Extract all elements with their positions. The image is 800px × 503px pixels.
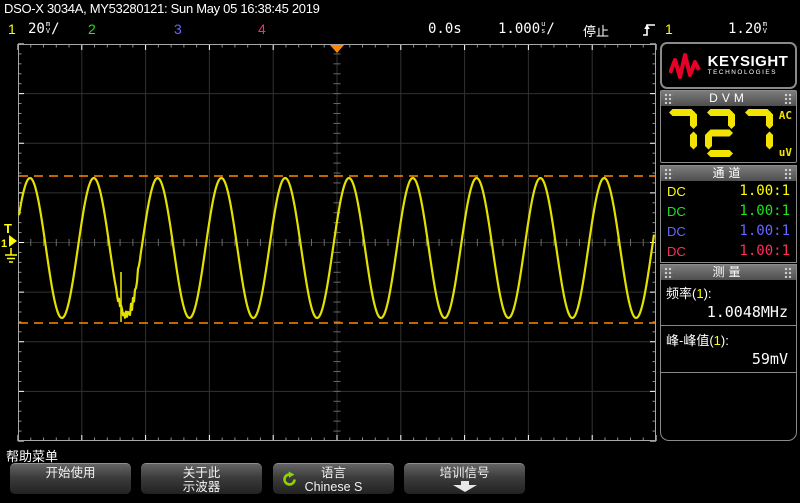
channel-2-row: DC 1.00:1 xyxy=(667,203,790,219)
channel-3-badge[interactable]: 3 xyxy=(174,21,182,37)
channel-1-scale[interactable]: 20 m V / xyxy=(28,20,60,38)
channels-panel: 通道 DC 1.00:1 DC 1.00:1 DC 1.00:1 DC 1.00:1 xyxy=(660,165,797,263)
trigger-level[interactable]: 1.20 m V xyxy=(728,20,768,38)
unit-stack: mV xyxy=(45,20,51,35)
grip-dots-icon xyxy=(784,93,793,104)
ground-symbol-icon xyxy=(5,248,17,263)
trigger-level-marker[interactable]: T xyxy=(4,221,12,236)
brand-text: KEYSIGHT TECHNOLOGIES xyxy=(707,53,789,76)
channel-1-reference-label: 1 xyxy=(1,238,7,250)
channel-1-badge[interactable]: 1 xyxy=(8,21,16,37)
softkey-language[interactable]: 语言 Chinese S xyxy=(273,463,394,494)
dvm-readout: AC uV xyxy=(661,106,796,162)
dvm-panel: DVM AC uV xyxy=(660,90,797,163)
title-bar: DSO-X 3034A, MY53280121: Sun May 05 16:3… xyxy=(4,1,320,16)
down-arrow-icon xyxy=(452,481,477,492)
grip-dots-icon xyxy=(664,93,673,104)
trigger-source[interactable]: 1 xyxy=(665,21,673,37)
channel-1-waveform xyxy=(17,176,656,320)
softkey-getting-started[interactable]: 开始使用 xyxy=(10,463,131,494)
dvm-coupling: AC xyxy=(778,109,792,122)
measurement-1-label: 频率(1): xyxy=(666,286,712,301)
channel-4-badge[interactable]: 4 xyxy=(258,21,266,37)
trigger-position-marker[interactable] xyxy=(330,45,344,53)
measurements-panel: 测量 频率(1): 1.0048MHz 峰-峰值(1): 59mV xyxy=(660,264,797,441)
softkey-about-oscilloscope[interactable]: 关于此 示波器 xyxy=(141,463,262,494)
unit-stack: mV xyxy=(762,20,767,35)
channel-1-row: DC 1.00:1 xyxy=(667,183,790,199)
horizontal-delay[interactable]: 0.0s xyxy=(428,21,462,37)
measurements-panel-header[interactable]: 测量 xyxy=(661,265,796,280)
divider xyxy=(661,372,796,373)
oscilloscope-screen: DSO-X 3034A, MY53280121: Sun May 05 16:3… xyxy=(0,0,800,503)
grip-dots-icon xyxy=(784,168,793,179)
grip-dots-icon xyxy=(664,168,673,179)
channel-4-row: DC 1.00:1 xyxy=(667,243,790,259)
dvm-unit: uV xyxy=(778,146,792,159)
dvm-panel-header[interactable]: DVM xyxy=(661,91,796,106)
keysight-logo: KEYSIGHT TECHNOLOGIES xyxy=(660,42,797,89)
grip-dots-icon xyxy=(784,267,793,278)
measurement-2-label: 峰-峰值(1): xyxy=(666,333,729,348)
softkey-training-signals[interactable]: 培训信号 xyxy=(404,463,525,494)
keysight-spark-icon xyxy=(668,52,701,79)
channel-1-reference-marker[interactable] xyxy=(9,235,17,247)
channels-panel-header[interactable]: 通道 xyxy=(661,166,796,181)
measurement-2-value: 59mV xyxy=(751,350,788,368)
channel-2-badge[interactable]: 2 xyxy=(88,21,96,37)
channel-3-row: DC 1.00:1 xyxy=(667,223,790,239)
unit-stack: us xyxy=(541,20,546,35)
measurement-1-value: 1.0048MHz xyxy=(706,303,788,321)
timebase-readout[interactable]: 1.000 u s / xyxy=(498,20,555,38)
run-state[interactable]: 停止 xyxy=(583,21,609,40)
edge-trigger-icon xyxy=(643,24,655,36)
graticule-grid xyxy=(17,43,657,442)
divider xyxy=(661,325,796,326)
grip-dots-icon xyxy=(664,267,673,278)
dvm-seven-segment-digits xyxy=(669,109,773,157)
status-bar: 1 20 m V/ 2 3 4 0.0s 1.000 u s / 停止 1 1.20 m V xyxy=(0,17,800,43)
cycle-arrow-icon xyxy=(283,471,296,486)
